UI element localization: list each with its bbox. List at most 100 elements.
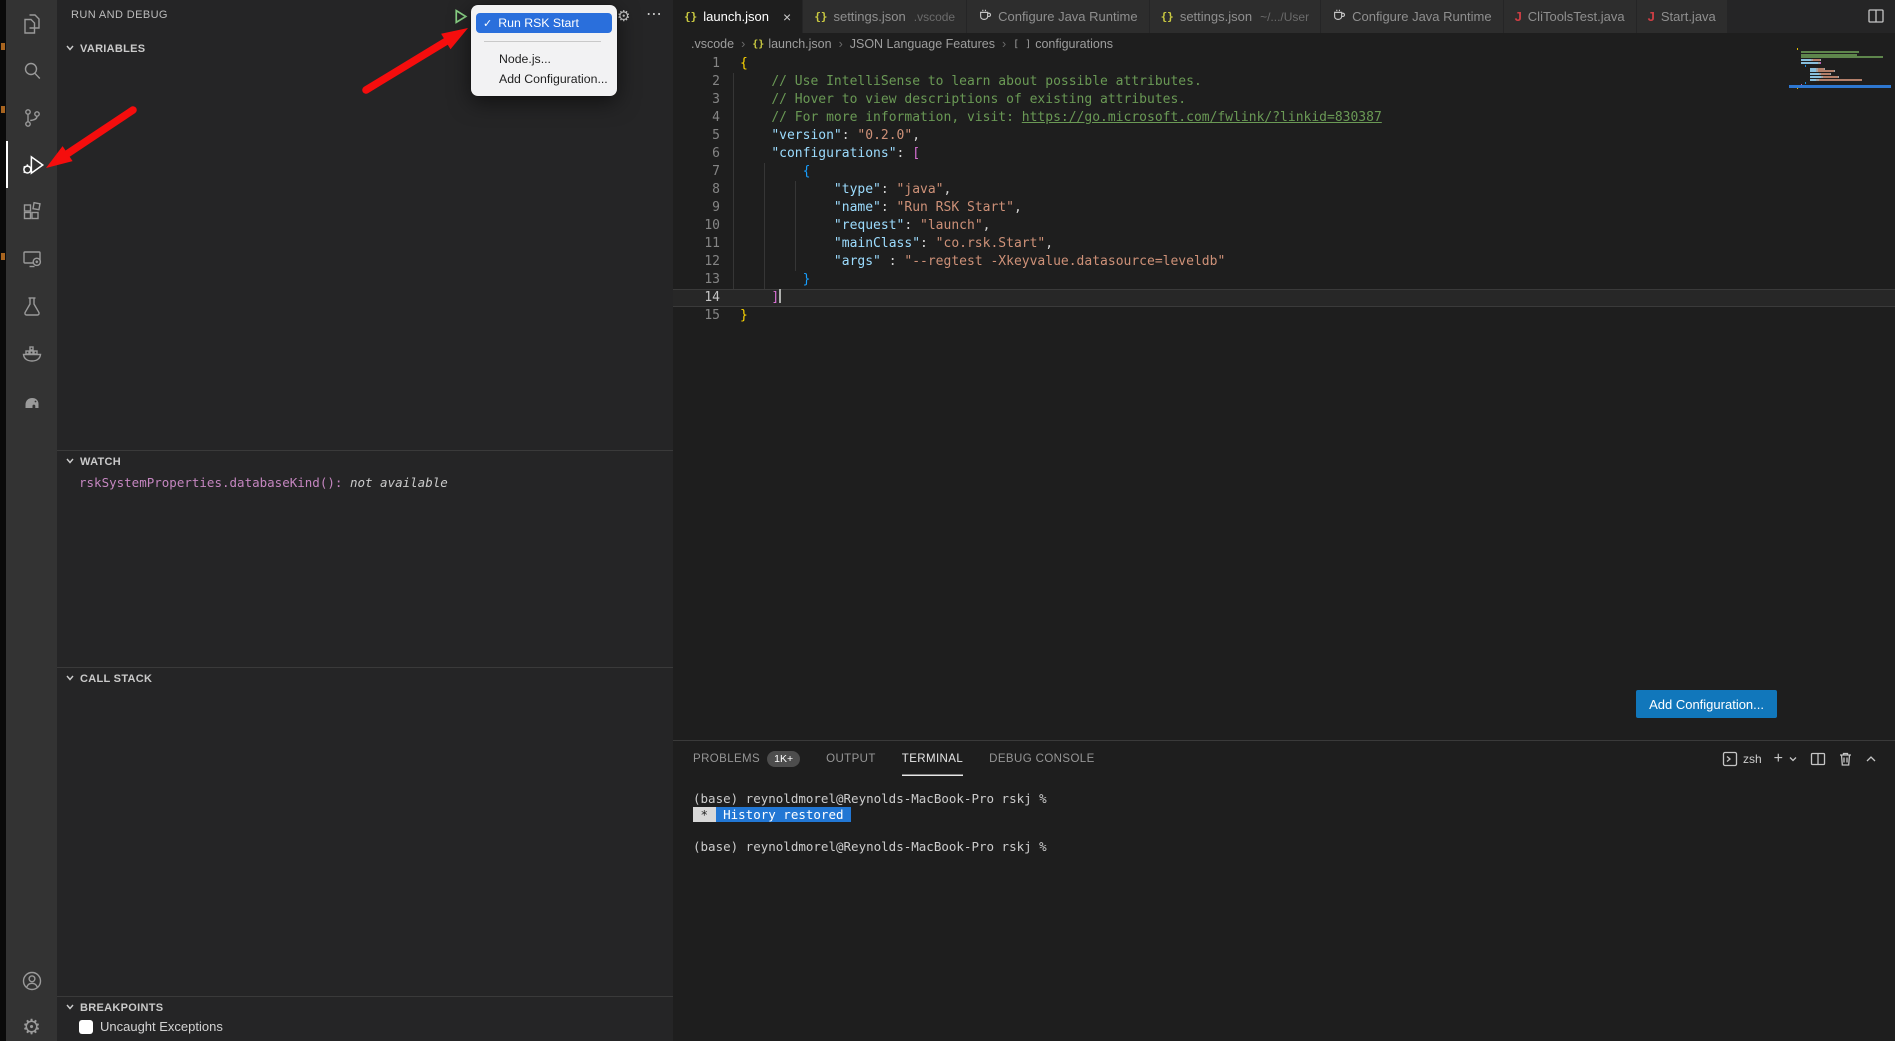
panel-tab-label: PROBLEMS (693, 753, 760, 765)
tab-label: CliToolsTest.java (1528, 9, 1625, 24)
json-braces-icon: {} (814, 10, 827, 23)
breadcrumb-item-JSON Language Features[interactable]: JSON Language Features (850, 37, 995, 51)
remote-explorer-icon[interactable] (6, 235, 57, 282)
indent-guide (733, 73, 734, 289)
panel-tabs: PROBLEMS 1K+ OUTPUT TERMINAL DEBUG CONSOLE (693, 741, 1095, 776)
line-number[interactable]: 14 (673, 289, 720, 307)
editor-tab-Configure Java Runtime[interactable]: Configure Java Runtime (1321, 0, 1503, 33)
accounts-icon[interactable] (6, 957, 57, 1004)
code-view: 1{2 // Use IntelliSense to learn about p… (673, 55, 1895, 325)
line-number[interactable]: 5 (673, 127, 720, 145)
breadcrumb-label: .vscode (691, 37, 734, 51)
gradle-elephant-icon[interactable] (6, 376, 57, 423)
minimap[interactable] (1797, 48, 1881, 188)
line-number[interactable]: 10 (673, 217, 720, 235)
code-text[interactable]: "mainClass": "co.rsk.Start", (720, 235, 1053, 253)
settings-gear-icon[interactable]: ⚙ (6, 1004, 57, 1041)
terminal-shell-selector[interactable]: zsh (1722, 751, 1762, 767)
run-and-debug-icon[interactable] (6, 141, 57, 188)
code-text[interactable]: // Use IntelliSense to learn about possi… (720, 73, 1202, 91)
json-braces-icon: {} (684, 10, 697, 23)
breadcrumb-item-launch.json[interactable]: {}launch.json (752, 37, 831, 51)
search-icon[interactable] (6, 47, 57, 94)
debug-settings-gear-icon[interactable]: ⚙ (617, 7, 630, 25)
uncaught-exceptions-checkbox[interactable] (79, 1020, 93, 1034)
editor-tab-Start.java[interactable]: JStart.java (1637, 0, 1728, 33)
panel-tab-label: TERMINAL (902, 753, 963, 765)
line-number[interactable]: 1 (673, 55, 720, 73)
editor-tab-settings.json[interactable]: {}settings.json.vscode (803, 0, 967, 33)
kill-terminal-trash-icon[interactable] (1838, 751, 1853, 767)
terminal-output[interactable]: (base) reynoldmorel@Reynolds-MacBook-Pro… (693, 791, 1875, 855)
dropdown-item-add-configuration[interactable]: Add Configuration... (471, 69, 617, 89)
panel-tab-label: DEBUG CONSOLE (989, 753, 1095, 765)
breakpoints-section-header[interactable]: BREAKPOINTS (57, 997, 673, 1019)
start-debugging-play-icon[interactable] (452, 8, 469, 28)
line-number[interactable]: 13 (673, 271, 720, 289)
indent-guide (764, 163, 765, 289)
line-number[interactable]: 12 (673, 253, 720, 271)
panel-tab-terminal[interactable]: TERMINAL (902, 741, 963, 776)
panel-tab-debug-console[interactable]: DEBUG CONSOLE (989, 741, 1095, 776)
panel-tab-output[interactable]: OUTPUT (826, 741, 876, 776)
watch-expression-item[interactable]: rskSystemProperties.databaseKind(): not … (79, 475, 448, 490)
watch-section-header[interactable]: WATCH (57, 451, 673, 473)
code-text[interactable]: { (720, 55, 748, 73)
tab-label: settings.json (833, 9, 905, 24)
panel-tab-label: OUTPUT (826, 753, 876, 765)
line-number[interactable]: 9 (673, 199, 720, 217)
maximize-panel-icon[interactable] (1865, 753, 1877, 765)
explorer-icon[interactable] (6, 0, 57, 47)
line-number[interactable]: 7 (673, 163, 720, 181)
line-number[interactable]: 3 (673, 91, 720, 109)
code-text[interactable]: "request": "launch", (720, 217, 990, 235)
tab-label: Start.java (1661, 9, 1716, 24)
terminal-line: * History restored (693, 807, 1875, 823)
code-text[interactable]: } (720, 307, 748, 325)
call-stack-section-header[interactable]: CALL STACK (57, 668, 673, 690)
selected-config-label: Run RSK Start (498, 16, 579, 30)
editor-tab-launch.json[interactable]: {} launch.json × (673, 0, 803, 33)
minimap-current-line (1789, 85, 1891, 88)
code-text[interactable]: ] (720, 289, 781, 307)
tab-close-icon[interactable]: × (783, 9, 791, 25)
problems-count-badge: 1K+ (767, 751, 800, 767)
tab-label: settings.json (1180, 9, 1252, 24)
panel-tab-problems[interactable]: PROBLEMS 1K+ (693, 741, 800, 776)
shell-label: zsh (1743, 752, 1762, 766)
line-number[interactable]: 6 (673, 145, 720, 163)
split-terminal-icon[interactable] (1810, 751, 1826, 767)
split-editor-icon[interactable] (1867, 7, 1887, 27)
testing-flask-icon[interactable] (6, 282, 57, 329)
line-number[interactable]: 2 (673, 73, 720, 91)
editor-tab-Configure Java Runtime[interactable]: Configure Java Runtime (967, 0, 1149, 33)
code-text[interactable]: "version": "0.2.0", (720, 127, 920, 145)
source-control-icon[interactable] (6, 94, 57, 141)
dropdown-item-nodejs[interactable]: Node.js... (471, 49, 617, 69)
code-text[interactable]: // For more information, visit: https://… (720, 109, 1382, 127)
editor-tab-settings.json[interactable]: {}settings.json~/.../User (1150, 0, 1322, 33)
terminal-line (693, 823, 1875, 839)
extensions-icon[interactable] (6, 188, 57, 235)
code-text[interactable]: "name": "Run RSK Start", (720, 199, 1022, 217)
breadcrumb-item-.vscode[interactable]: .vscode (691, 37, 734, 51)
breadcrumb-label: JSON Language Features (850, 37, 995, 51)
code-text[interactable]: "type": "java", (720, 181, 951, 199)
array-brackets-icon: [ ] (1013, 39, 1031, 50)
code-text[interactable]: "configurations": [ (720, 145, 920, 163)
editor-tab-CliToolsTest.java[interactable]: JCliToolsTest.java (1504, 0, 1637, 33)
line-number[interactable]: 15 (673, 307, 720, 325)
line-number[interactable]: 4 (673, 109, 720, 127)
new-terminal-icon[interactable]: + (1774, 751, 1798, 767)
breadcrumb-item-configurations[interactable]: [ ]configurations (1013, 37, 1113, 51)
add-configuration-button[interactable]: Add Configuration... (1636, 690, 1777, 718)
dropdown-selected-item[interactable]: ✓ Run RSK Start (476, 13, 612, 33)
line-number[interactable]: 11 (673, 235, 720, 253)
docker-icon[interactable] (6, 329, 57, 376)
more-actions-icon[interactable]: ⋯ (646, 4, 662, 23)
tab-label: launch.json (703, 9, 769, 24)
code-text[interactable]: // Hover to view descriptions of existin… (720, 91, 1186, 109)
line-number[interactable]: 8 (673, 181, 720, 199)
breadcrumb-separator: › (1002, 37, 1006, 51)
text-cursor (779, 289, 781, 303)
